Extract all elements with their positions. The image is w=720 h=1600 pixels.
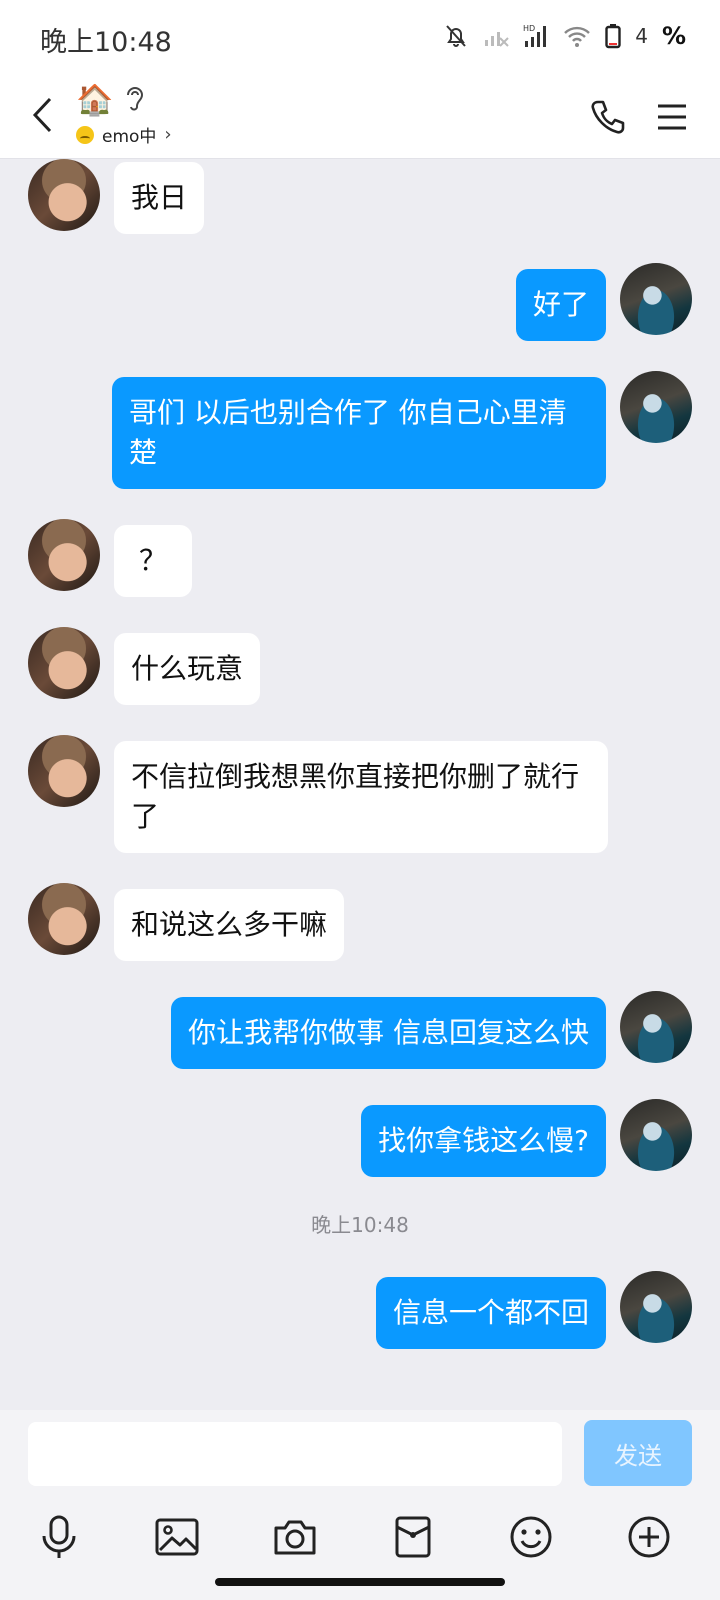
emoji-button[interactable]: [506, 1512, 556, 1562]
send-button[interactable]: 发送: [584, 1420, 692, 1486]
contact-avatar[interactable]: [28, 883, 100, 955]
house-emoji: 🏠: [76, 83, 114, 118]
plus-icon: [628, 1516, 670, 1558]
my-avatar[interactable]: [620, 1271, 692, 1343]
incoming-message[interactable]: 和说这么多干嘛: [114, 889, 345, 961]
image-icon: [155, 1518, 199, 1556]
incoming-message[interactable]: 不信拉倒我想黑你直接把你删了就行了: [114, 741, 608, 853]
my-avatar[interactable]: [620, 1099, 692, 1171]
outgoing-message[interactable]: 信息一个都不回: [375, 1277, 606, 1349]
incoming-message[interactable]: ？: [114, 525, 192, 597]
message-input[interactable]: [28, 1422, 562, 1486]
outgoing-message[interactable]: 哥们 以后也别合作了 你自己心里清楚: [112, 377, 606, 489]
home-indicator[interactable]: [215, 1578, 505, 1586]
chat-title[interactable]: 🏠: [76, 84, 145, 118]
battery-icon: [605, 23, 621, 49]
red-packet-icon: [395, 1516, 431, 1558]
incoming-message[interactable]: 我日: [114, 162, 205, 234]
signal-hd-icon: HD: [523, 23, 549, 49]
phone-icon: [591, 100, 625, 134]
ear-icon: [123, 85, 145, 117]
message-list[interactable]: 我日 好了 哥们 以后也别合作了 你自己心里清楚 ？ 什么玩意 不信拉倒我想黑你…: [0, 159, 720, 1409]
outgoing-message[interactable]: 找你拿钱这么慢?: [361, 1105, 606, 1177]
back-arrow-icon: [32, 97, 52, 133]
status-bar: 晚上10:48 HD 4 %: [0, 0, 720, 78]
my-avatar[interactable]: [620, 371, 692, 443]
status-time: 晚上10:48: [40, 27, 172, 58]
composer: 发送: [0, 1410, 720, 1490]
more-button[interactable]: [624, 1512, 674, 1562]
battery-level: 4: [635, 24, 648, 48]
red-packet-button[interactable]: [388, 1512, 438, 1562]
voice-call-button[interactable]: [588, 92, 628, 142]
menu-icon: [658, 104, 686, 130]
contact-avatar[interactable]: [28, 735, 100, 807]
contact-avatar[interactable]: [28, 627, 100, 699]
status-icons: HD 4 %: [443, 22, 686, 50]
status-text: emo中: [102, 127, 157, 147]
outgoing-message[interactable]: 你让我帮你做事 信息回复这么快: [171, 997, 606, 1069]
camera-icon: [274, 1520, 316, 1555]
outgoing-message[interactable]: 好了: [515, 269, 606, 341]
message-timestamp: 晚上10:48: [311, 1213, 409, 1237]
sad-face-icon: [76, 125, 94, 144]
emoji-icon: [510, 1516, 552, 1558]
menu-button[interactable]: [652, 92, 692, 142]
wifi-icon: [563, 24, 591, 48]
battery-unit: %: [661, 22, 686, 50]
chevron-right-icon: ›: [164, 124, 172, 145]
voice-input-button[interactable]: [34, 1512, 84, 1562]
contact-avatar[interactable]: [28, 159, 100, 231]
mute-bell-icon: [443, 23, 469, 49]
my-avatar[interactable]: [620, 991, 692, 1063]
camera-button[interactable]: [270, 1512, 320, 1562]
signal-off-icon: [483, 24, 509, 48]
chat-header: 🏠 emo中 ›: [0, 78, 720, 159]
online-status[interactable]: emo中 ›: [76, 122, 172, 147]
contact-avatar[interactable]: [28, 519, 100, 591]
my-avatar[interactable]: [620, 263, 692, 335]
incoming-message[interactable]: 什么玩意: [114, 633, 261, 705]
microphone-icon: [42, 1515, 76, 1558]
svg-text:HD: HD: [523, 24, 535, 33]
back-button[interactable]: [22, 88, 62, 142]
photo-button[interactable]: [152, 1512, 202, 1562]
